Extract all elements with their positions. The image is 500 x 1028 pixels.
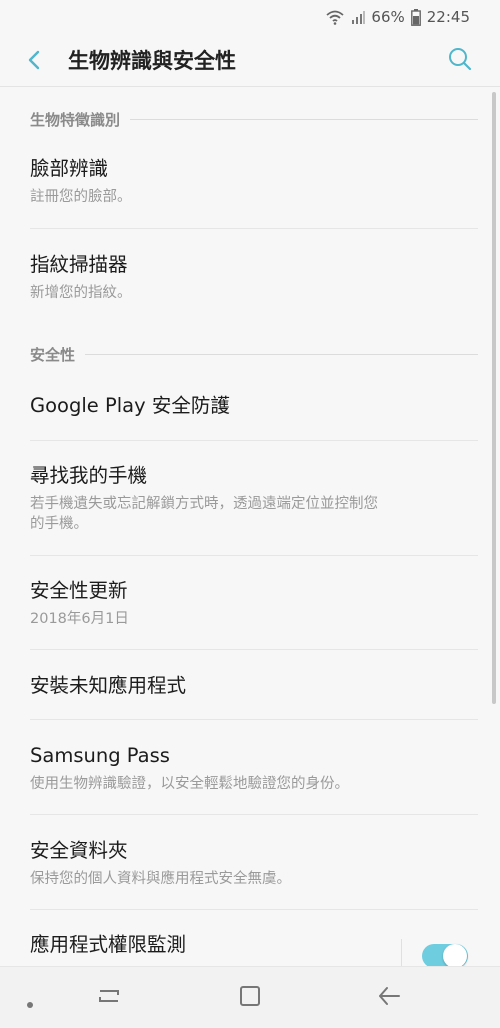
section-label: 安全性	[30, 345, 76, 364]
divider	[30, 649, 478, 650]
scrollbar[interactable]	[492, 92, 496, 704]
item-subtitle: 若手機遺失或忘記解鎖方式時，透過遠端定位並控制您的手機。	[30, 496, 378, 532]
clock: 22:45	[426, 8, 470, 26]
section-divider	[130, 118, 478, 120]
item-subtitle: 保持您的個人資料與應用程式安全無虞。	[30, 871, 291, 887]
battery-percent: 66%	[371, 8, 405, 26]
divider	[30, 440, 478, 441]
settings-list[interactable]: 生物特徵識別 臉部辨識 註冊您的臉部。 指紋掃描器 新增您的指紋。 安全性 Go…	[0, 86, 500, 967]
item-title: 安全性更新	[30, 579, 128, 602]
dot-icon[interactable]	[26, 994, 34, 1013]
toggle-separator	[401, 939, 402, 967]
install-unknown-apps-item[interactable]: 安裝未知應用程式	[30, 673, 478, 699]
item-title: 安全資料夾	[30, 839, 128, 862]
search-icon[interactable]	[446, 45, 474, 73]
app-permission-monitor-toggle[interactable]	[422, 944, 468, 967]
item-subtitle: 註冊您的臉部。	[30, 189, 132, 205]
app-bar: 生物辨識與安全性	[0, 34, 500, 86]
google-play-protect-item[interactable]: Google Play 安全防護	[30, 393, 478, 419]
battery-icon	[410, 8, 421, 26]
app-permission-monitor-item[interactable]: 應用程式權限監測	[30, 932, 478, 958]
item-subtitle: 新增您的指紋。	[30, 285, 132, 301]
secure-folder-item[interactable]: 安全資料夾 保持您的個人資料與應用程式安全無虞。	[30, 838, 478, 889]
item-title: 臉部辨識	[30, 157, 109, 180]
section-header-security: 安全性	[30, 340, 478, 368]
status-bar: 66% 22:45	[0, 0, 500, 34]
navigation-bar	[0, 966, 500, 1028]
wifi-icon	[325, 9, 345, 25]
section-header-biometrics: 生物特徵識別	[30, 105, 478, 133]
item-title: 指紋掃描器	[30, 253, 128, 276]
section-label: 生物特徵識別	[30, 110, 121, 129]
security-update-item[interactable]: 安全性更新 2018年6月1日	[30, 578, 478, 629]
item-title: Google Play 安全防護	[30, 394, 230, 417]
item-subtitle: 使用生物辨識驗證，以安全輕鬆地驗證您的身份。	[30, 776, 349, 792]
divider	[30, 555, 478, 556]
item-title: 應用程式權限監測	[30, 933, 187, 956]
find-my-mobile-item[interactable]: 尋找我的手機 若手機遺失或忘記解鎖方式時，透過遠端定位並控制您的手機。	[30, 463, 478, 534]
divider	[30, 814, 478, 815]
item-subtitle: 2018年6月1日	[30, 611, 129, 627]
recents-icon[interactable]	[98, 985, 120, 1011]
face-recognition-item[interactable]: 臉部辨識 註冊您的臉部。	[30, 156, 478, 207]
divider	[30, 228, 478, 229]
page-title: 生物辨識與安全性	[68, 49, 236, 73]
section-divider	[85, 353, 478, 355]
fingerprint-scanner-item[interactable]: 指紋掃描器 新增您的指紋。	[30, 252, 478, 303]
divider	[30, 909, 478, 910]
samsung-pass-item[interactable]: Samsung Pass 使用生物辨識驗證，以安全輕鬆地驗證您的身份。	[30, 743, 478, 794]
divider	[30, 719, 478, 720]
toggle-knob	[443, 944, 467, 967]
back-arrow-icon[interactable]	[22, 47, 48, 73]
item-title: 尋找我的手機	[30, 464, 148, 487]
item-title: Samsung Pass	[30, 744, 170, 767]
item-title: 安裝未知應用程式	[30, 674, 187, 697]
signal-icon	[351, 10, 366, 24]
home-icon[interactable]	[239, 985, 261, 1011]
back-icon[interactable]	[377, 985, 401, 1011]
